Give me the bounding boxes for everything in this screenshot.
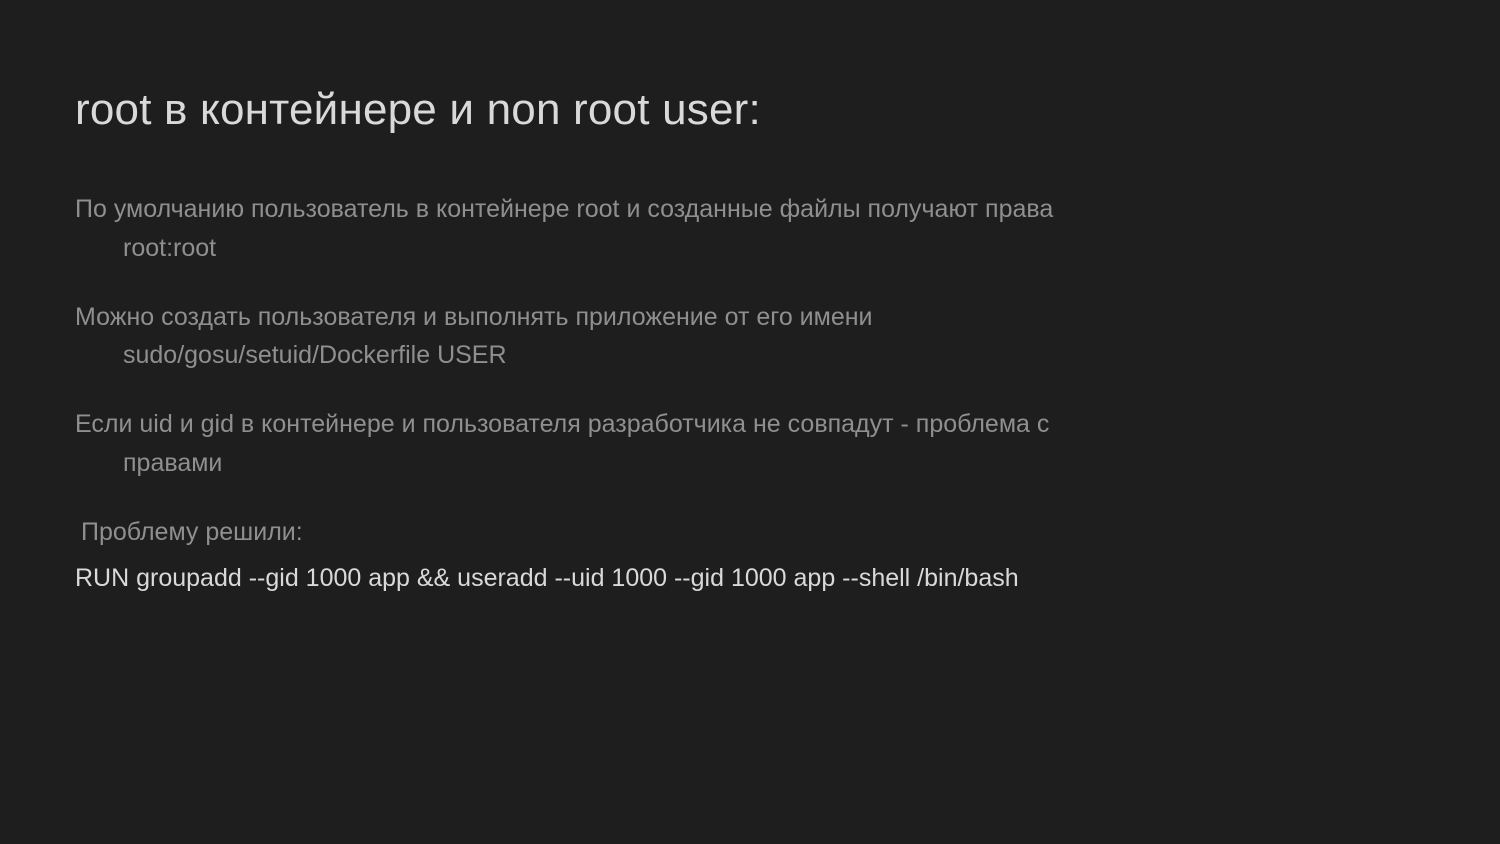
- bullet-item: По умолчанию пользователь в контейнере r…: [75, 190, 1425, 268]
- bullet-item: Можно создать пользователя и выполнять п…: [75, 298, 1425, 376]
- bullet-main-text: Можно создать пользователя и выполнять п…: [75, 298, 1425, 337]
- bullet-item: Если uid и gid в контейнере и пользовате…: [75, 405, 1425, 483]
- bullet-main-text: По умолчанию пользователь в контейнере r…: [75, 190, 1425, 229]
- bullet-sub-text: правами: [75, 444, 1425, 483]
- bullet-main-text: Если uid и gid в контейнере и пользовате…: [75, 405, 1425, 444]
- slide: root в контейнере и non root user: По ум…: [0, 0, 1500, 844]
- solution-label: Проблему решили:: [75, 513, 1425, 552]
- solution-code: RUN groupadd --gid 1000 app && useradd -…: [75, 559, 1425, 598]
- bullet-sub-text: sudo/gosu/setuid/Dockerfile USER: [75, 336, 1425, 375]
- slide-content: По умолчанию пользователь в контейнере r…: [75, 190, 1425, 598]
- bullet-sub-text: root:root: [75, 229, 1425, 268]
- slide-title: root в контейнере и non root user:: [75, 85, 1425, 135]
